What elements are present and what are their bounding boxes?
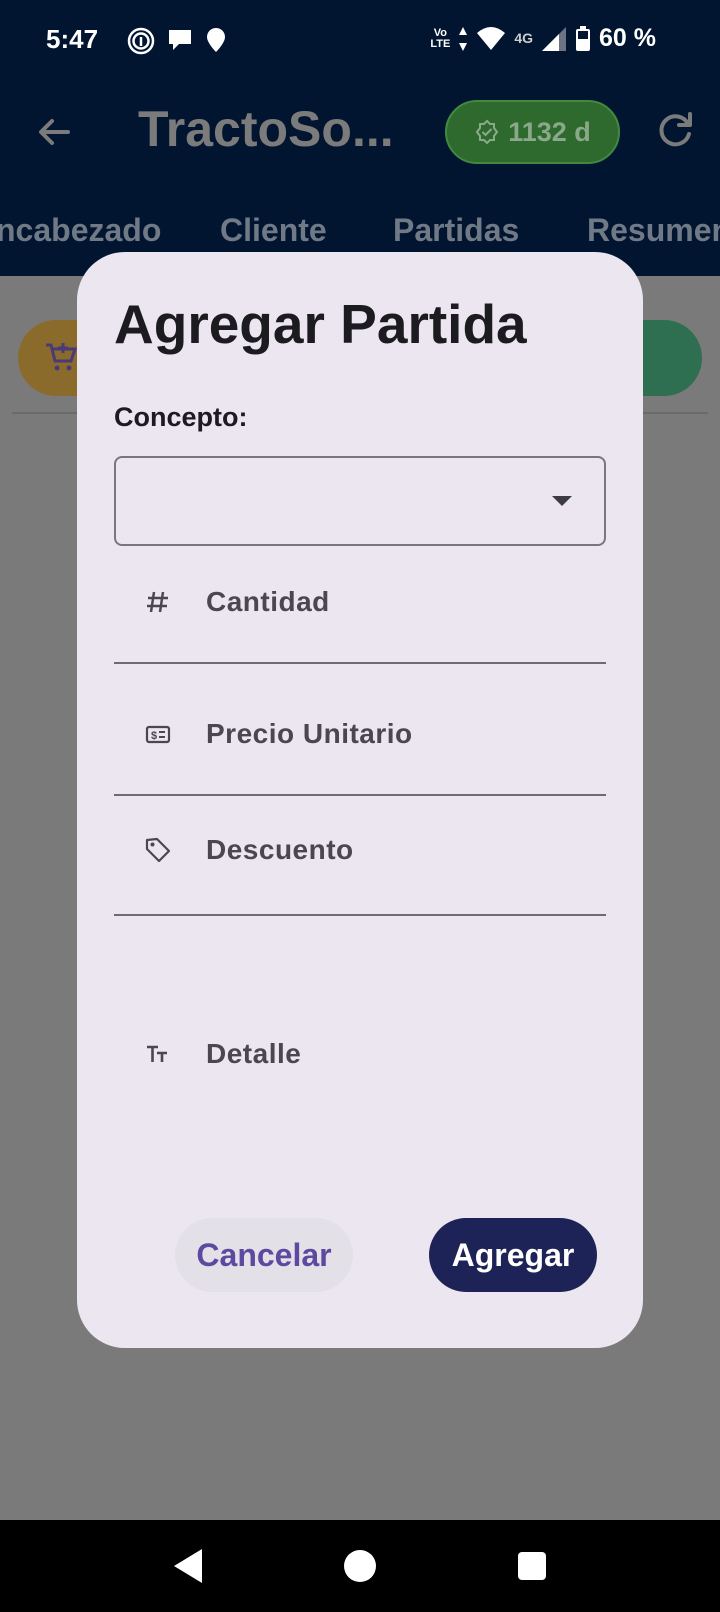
svg-text:$: $ xyxy=(151,730,157,742)
fingerprint-icon xyxy=(127,27,155,55)
network-type: 4G xyxy=(514,30,534,46)
detail-field[interactable]: Detalle xyxy=(114,1038,606,1098)
nav-home-icon[interactable] xyxy=(344,1550,376,1582)
dropdown-arrow-icon xyxy=(552,496,572,506)
tab-resumen[interactable]: Resumen xyxy=(587,212,720,249)
tab-encabezado[interactable]: ncabezado xyxy=(0,212,161,249)
add-button[interactable]: Agregar xyxy=(429,1218,597,1292)
text-format-icon xyxy=(147,1045,167,1062)
tag-icon xyxy=(145,837,171,863)
wifi-icon xyxy=(477,26,506,50)
battery-icon xyxy=(576,25,591,51)
detail-label: Detalle xyxy=(206,1038,302,1069)
discount-underline xyxy=(114,914,606,916)
status-icons-left xyxy=(126,26,228,56)
nav-back-icon[interactable] xyxy=(170,1546,206,1586)
location-pin-icon xyxy=(207,28,225,52)
days-badge[interactable]: 1132 d xyxy=(445,100,620,164)
tab-cliente[interactable]: Cliente xyxy=(220,212,327,249)
unit-price-underline xyxy=(114,794,606,796)
money-icon: $ xyxy=(145,725,171,744)
tab-partidas[interactable]: Partidas xyxy=(393,212,519,249)
quantity-field[interactable]: Cantidad xyxy=(114,570,606,664)
verified-badge-icon xyxy=(475,119,499,145)
unit-price-label: Precio Unitario xyxy=(206,718,413,749)
unit-price-field[interactable]: $ Precio Unitario xyxy=(114,700,606,796)
quantity-underline xyxy=(114,662,606,664)
system-nav-bar xyxy=(0,1520,720,1612)
refresh-icon[interactable] xyxy=(652,108,698,154)
concept-dropdown[interactable] xyxy=(114,456,606,546)
signal-icon xyxy=(542,26,567,51)
status-icons-right: Vo LTE 4G 60 % xyxy=(430,24,656,53)
quantity-label: Cantidad xyxy=(206,586,330,617)
status-time: 5:47 xyxy=(46,24,99,54)
add-cart-icon xyxy=(46,343,78,371)
dialog-title: Agregar Partida xyxy=(114,293,527,355)
add-item-dialog: Agregar Partida Concepto: Cantidad $ Pre… xyxy=(77,252,643,1348)
discount-label: Descuento xyxy=(206,834,354,865)
app-bar: TractoSo... 1132 d xyxy=(0,80,720,198)
battery-percentage: 60 % xyxy=(599,24,656,52)
hash-icon xyxy=(147,591,168,613)
data-arrows-icon xyxy=(459,26,468,51)
status-bar: 5:47 Vo LTE 4G 60 % xyxy=(0,0,720,80)
days-badge-text: 1132 d xyxy=(508,116,591,147)
concept-label: Concepto: xyxy=(114,402,248,432)
nav-recents-icon[interactable] xyxy=(518,1552,546,1580)
volte-indicator: Vo LTE xyxy=(430,26,451,50)
back-arrow-icon[interactable] xyxy=(32,110,76,154)
discount-field[interactable]: Descuento xyxy=(114,834,606,918)
cancel-button[interactable]: Cancelar xyxy=(175,1218,353,1292)
app-title: TractoSo... xyxy=(138,101,394,157)
chat-bubble-icon xyxy=(169,30,191,50)
